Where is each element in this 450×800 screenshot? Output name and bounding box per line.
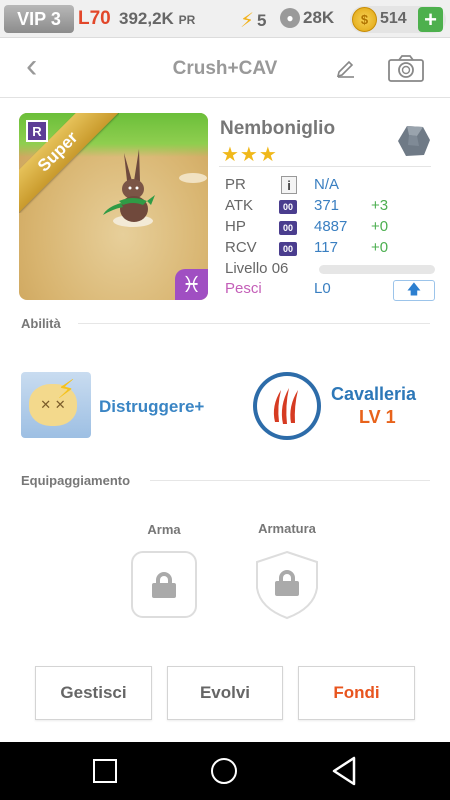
recent-apps-icon[interactable] (93, 759, 117, 783)
energy-counter: ⚡ 5 (240, 8, 267, 33)
stat-value: N/A (314, 176, 340, 193)
claw-icon (257, 376, 317, 436)
power-value: 392,2K (119, 9, 174, 28)
camera-icon[interactable] (388, 54, 424, 82)
skill2-name[interactable]: Cavalleria (331, 384, 416, 405)
edit-pencil-icon[interactable] (335, 56, 357, 78)
system-nav-bar (0, 742, 450, 800)
paw-icon: ● (280, 8, 300, 28)
stat-label: PR (225, 176, 246, 193)
stat-row-atk: ATK 00 371 +3 (225, 197, 430, 217)
stat-value: 117 (314, 239, 338, 256)
home-icon[interactable] (211, 758, 237, 784)
lock-icon (275, 570, 299, 596)
coin-icon: $ (352, 7, 377, 32)
add-coins-button[interactable]: + (418, 7, 443, 32)
evolve-button[interactable]: Evolvi (167, 666, 283, 720)
stat-value: 371 (314, 197, 340, 214)
armor-slot[interactable] (254, 550, 320, 620)
power-rating: 392,2K PR (119, 9, 195, 29)
armor-label: Armatura (258, 521, 316, 536)
lightning-icon: ⚡ (240, 10, 255, 32)
skill1-name[interactable]: Distruggere+ (99, 397, 204, 417)
stat-label: HP (225, 218, 246, 235)
stat-row-hp: HP 00 4887 +0 (225, 218, 430, 238)
stat-badge: 00 (279, 221, 297, 235)
stat-badge: 00 (279, 200, 297, 214)
page-title: Crush+CAV (172, 58, 278, 79)
abilities-title: Abilità (21, 316, 61, 331)
divider (78, 323, 430, 324)
info-icon[interactable]: i (281, 176, 297, 194)
energy-value: 5 (257, 10, 267, 30)
sign-value: L0 (314, 280, 331, 297)
merge-button[interactable]: Fondi (298, 666, 415, 720)
skill2-level: LV 1 (359, 407, 396, 427)
monster-card[interactable]: Super R ♓ (19, 113, 208, 300)
weapon-slot[interactable] (131, 551, 197, 618)
rarity-tag-icon: R (26, 120, 48, 142)
stat-value: 4887 (314, 218, 348, 235)
stat-bonus: +0 (371, 218, 389, 235)
stat-badge: 00 (279, 242, 297, 256)
vip-badge[interactable]: VIP 3 (4, 5, 74, 33)
lock-icon (152, 571, 176, 598)
monster-name: Nemboniglio (220, 118, 336, 139)
element-stone-icon (398, 126, 430, 156)
level-row: Livello 06 (225, 260, 435, 280)
status-bar: VIP 3 L70 392,2K PR ⚡ 5 ● 28K $ 514 + (0, 0, 450, 38)
divider (150, 480, 430, 481)
equipment-title: Equipaggiamento (21, 473, 131, 488)
level-label: Livello 06 (225, 260, 289, 277)
coin-value: 514 (380, 10, 407, 27)
paw-value: 28K (303, 8, 335, 27)
cavalry-skill-icon[interactable] (253, 372, 321, 440)
stat-label: ATK (225, 197, 254, 214)
sand-rock (179, 173, 207, 183)
back-triangle-icon[interactable] (332, 756, 356, 786)
star-rating: ★★★ (221, 144, 278, 166)
stat-bonus: +0 (371, 239, 389, 256)
stat-label: RCV (225, 239, 257, 256)
sign-label: Pesci (225, 280, 262, 297)
xp-progress-bar (319, 265, 435, 274)
page-header: ‹ Crush+CAV (0, 38, 450, 98)
stats-panel: PR i N/A ATK 00 371 +3 HP 00 4887 +0 RCV… (219, 166, 435, 301)
destroy-skill-icon[interactable]: ✕ ✕ ⚡ (21, 372, 91, 438)
weapon-label: Arma (147, 522, 181, 537)
lightning-icon: ⚡ (57, 374, 76, 404)
stat-bonus: +3 (371, 197, 389, 214)
paw-counter: ● 28K (280, 8, 334, 28)
stat-row-rcv: RCV 00 117 +0 (225, 239, 430, 259)
power-unit: PR (178, 13, 196, 27)
stat-row-pr: PR i N/A (225, 176, 430, 196)
sign-row: Pesci L0 🡅 (225, 280, 435, 301)
pisces-zodiac-icon: ♓ (175, 269, 208, 300)
player-level: L70 (78, 8, 111, 29)
upgrade-arrow-button[interactable]: 🡅 (393, 280, 435, 301)
manage-button[interactable]: Gestisci (35, 666, 152, 720)
